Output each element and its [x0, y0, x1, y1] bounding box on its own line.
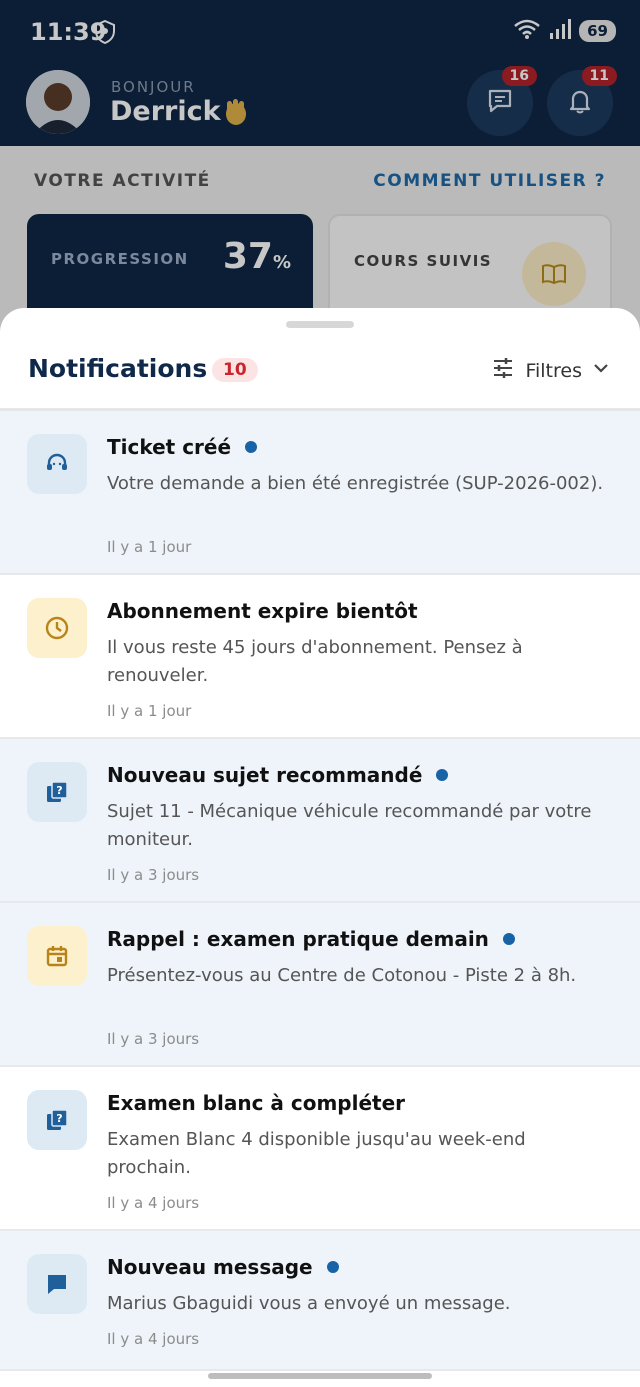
filters-dropdown[interactable]: Filtres [491, 356, 610, 385]
notification-item[interactable]: Nouveau message Marius Gbaguidi vous a e… [0, 1231, 640, 1371]
unread-dot [326, 1260, 339, 1273]
notification-item[interactable]: ? Examen blanc à compléter Examen Blanc … [0, 1067, 640, 1231]
notification-description: Sujet 11 - Mécanique véhicule recommandé… [107, 801, 592, 850]
notification-title: Ticket créé [107, 435, 258, 459]
notification-title: Examen blanc à compléter [107, 1091, 406, 1115]
notification-time: Il y a 3 jours [107, 1030, 200, 1048]
quiz-icon: ? [27, 1090, 87, 1150]
notification-title: Rappel : examen pratique demain [107, 927, 515, 951]
svg-text:?: ? [56, 784, 62, 797]
sheet-title: Notifications [28, 354, 208, 383]
calendar-icon [27, 926, 87, 986]
unread-dot [245, 440, 258, 453]
notification-time: Il y a 4 jours [107, 1330, 200, 1348]
support-agent-icon [27, 434, 87, 494]
notification-item[interactable]: ? Nouveau sujet recommandé Sujet 11 - Mé… [0, 739, 640, 903]
notifications-count-badge: 10 [212, 358, 258, 382]
notification-item[interactable]: Abonnement expire bientôt Il vous reste … [0, 575, 640, 739]
notification-time: Il y a 4 jours [107, 1194, 200, 1212]
notification-title: Nouveau message [107, 1255, 339, 1279]
notification-title: Abonnement expire bientôt [107, 599, 418, 623]
tune-icon [491, 356, 515, 385]
home-indicator[interactable] [208, 1373, 432, 1379]
notification-time: Il y a 1 jour [107, 702, 192, 720]
svg-text:?: ? [56, 1112, 62, 1125]
notification-description: Votre demande a bien été enregistrée (SU… [107, 473, 604, 494]
clock-icon [27, 598, 87, 658]
quiz-icon: ? [27, 762, 87, 822]
notification-time: Il y a 1 jour [107, 538, 192, 556]
unread-dot [502, 932, 515, 945]
sheet-drag-handle[interactable] [286, 321, 354, 328]
notification-description: Examen Blanc 4 disponible jusqu'au week-… [107, 1129, 526, 1178]
notification-description: Marius Gbaguidi vous a envoyé un message… [107, 1293, 511, 1314]
notification-item[interactable]: Ticket créé Votre demande a bien été enr… [0, 411, 640, 575]
notification-time: Il y a 3 jours [107, 866, 200, 884]
notification-description: Il vous reste 45 jours d'abonnement. Pen… [107, 637, 523, 686]
notification-title: Nouveau sujet recommandé [107, 763, 449, 787]
chevron-down-icon [592, 359, 610, 382]
unread-dot [436, 768, 449, 781]
notification-item[interactable]: Rappel : examen pratique demain Présente… [0, 903, 640, 1067]
notification-description: Présentez-vous au Centre de Cotonou - Pi… [107, 965, 577, 986]
chat-icon [27, 1254, 87, 1314]
notifications-sheet: Notifications 10 Filtres Ticket créé Vot… [0, 308, 640, 1387]
notification-list: Ticket créé Votre demande a bien été enr… [0, 411, 640, 1371]
filters-label: Filtres [525, 359, 582, 382]
